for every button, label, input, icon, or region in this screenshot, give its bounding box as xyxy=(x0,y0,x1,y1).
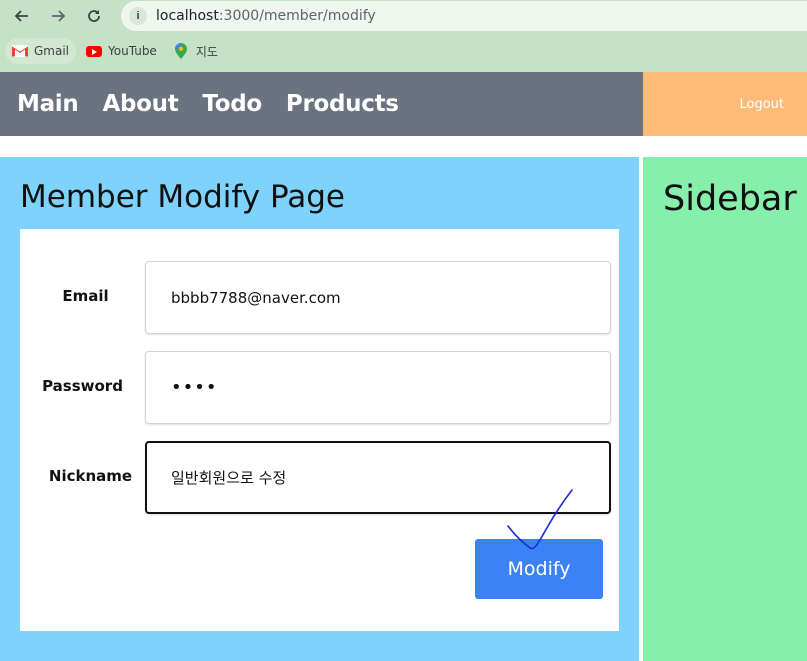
header-user-area: Logout xyxy=(643,72,807,136)
password-field[interactable] xyxy=(145,351,611,424)
reload-icon[interactable] xyxy=(83,5,105,27)
modify-button[interactable]: Modify xyxy=(475,539,603,599)
site-info-icon[interactable]: i xyxy=(129,7,147,25)
bookmark-label: Gmail xyxy=(34,44,70,58)
nickname-row: Nickname xyxy=(20,441,619,515)
youtube-icon xyxy=(86,45,103,57)
url-text: localhost:3000/member/modify xyxy=(156,8,376,24)
bookmark-label: 지도 xyxy=(195,44,218,59)
email-row: Email xyxy=(20,261,619,335)
main-content: Member Modify Page Email Password Nickna… xyxy=(0,157,639,661)
url-path: :3000/member/modify xyxy=(218,8,376,24)
nav-link-about[interactable]: About xyxy=(102,91,178,117)
browser-toolbar: i localhost:3000/member/modify Gmail You… xyxy=(0,0,807,72)
nav-link-todo[interactable]: Todo xyxy=(202,91,262,117)
nickname-label: Nickname xyxy=(48,467,133,485)
bookmark-gmail[interactable]: Gmail xyxy=(5,38,77,64)
bookmark-label: YouTube xyxy=(108,44,157,58)
sidebar: Sidebar xyxy=(643,157,807,661)
app-header: Main About Todo Products Logout xyxy=(0,72,807,136)
page-title: Member Modify Page xyxy=(20,179,345,215)
gmail-icon xyxy=(12,45,28,57)
email-label: Email xyxy=(62,287,109,305)
password-row: Password xyxy=(20,351,619,425)
browser-nav-row: i localhost:3000/member/modify xyxy=(0,0,807,32)
main-nav: Main About Todo Products xyxy=(0,72,643,136)
address-bar[interactable]: i localhost:3000/member/modify xyxy=(121,1,807,31)
bookmark-maps[interactable]: 지도 xyxy=(167,38,225,64)
nickname-field[interactable] xyxy=(145,441,611,514)
password-label: Password xyxy=(42,377,123,395)
bookmark-youtube[interactable]: YouTube xyxy=(79,38,164,64)
modify-form: Email Password Nickname Modify xyxy=(20,229,619,631)
email-field[interactable] xyxy=(145,261,611,334)
forward-arrow-icon[interactable] xyxy=(47,5,69,27)
back-arrow-icon[interactable] xyxy=(11,5,33,27)
sidebar-title: Sidebar xyxy=(663,179,797,219)
nav-link-main[interactable]: Main xyxy=(17,91,79,117)
url-host: localhost xyxy=(156,8,219,24)
nav-link-products[interactable]: Products xyxy=(286,91,399,117)
bookmarks-bar: Gmail YouTube 지도 xyxy=(0,36,225,66)
logout-link[interactable]: Logout xyxy=(739,97,784,112)
maps-icon xyxy=(174,43,187,59)
